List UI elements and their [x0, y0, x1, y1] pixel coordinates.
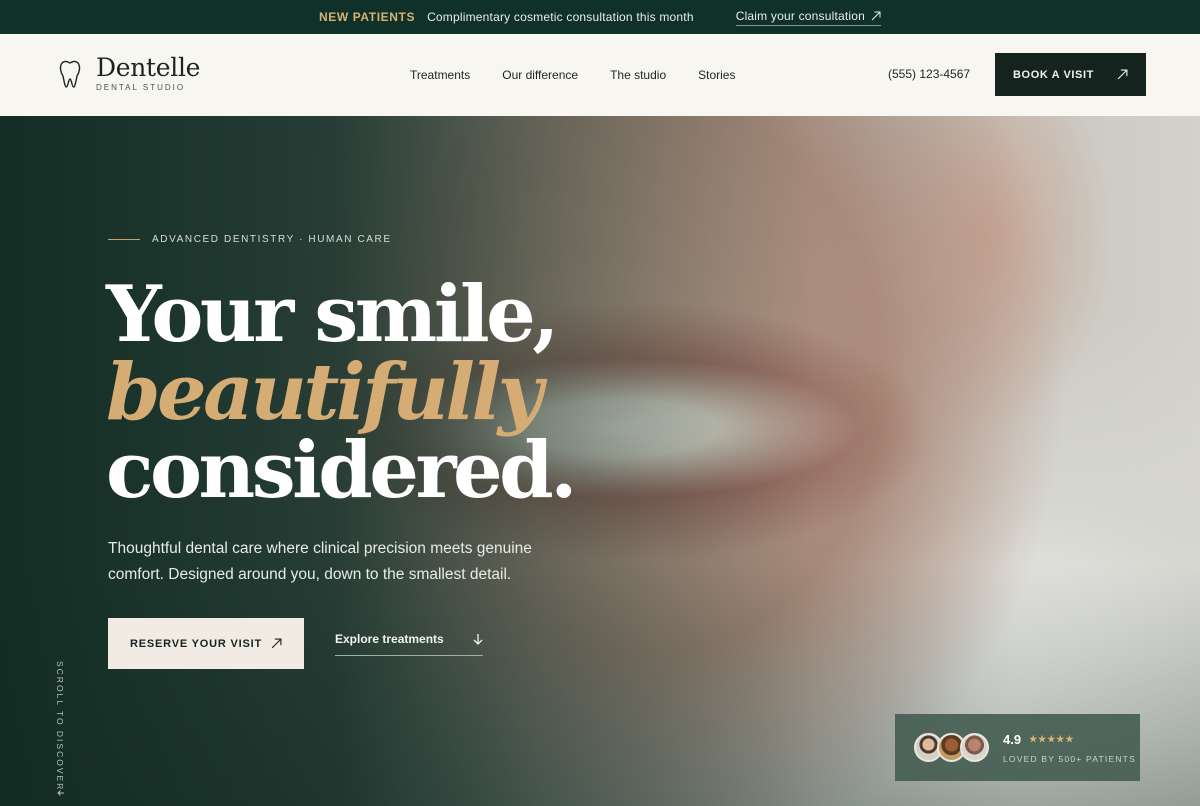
tooth-icon — [59, 60, 81, 88]
phone-number[interactable]: (555) 123-4567 — [888, 67, 970, 81]
hero-headline: Your smile, beautifully considered. — [106, 269, 577, 516]
headline-line-1: Your smile, — [106, 269, 559, 360]
arrow-left-icon — [57, 790, 64, 796]
arrow-down-icon — [473, 634, 483, 645]
main-nav: Treatments Our difference The studio Sto… — [410, 34, 735, 116]
eyebrow-rule — [108, 239, 140, 240]
announcement-message: Complimentary cosmetic consultation this… — [427, 10, 694, 24]
rating-card: 4.9 ★★★★★ LOVED BY 500+ PATIENTS — [895, 714, 1140, 781]
rating-score-row: 4.9 ★★★★★ — [1003, 732, 1136, 747]
headline-line-3: considered. — [106, 425, 577, 516]
announcement-bar: NEW PATIENTS Complimentary cosmetic cons… — [0, 0, 1200, 34]
claim-consultation-link[interactable]: Claim your consultation — [735, 8, 882, 26]
book-visit-label: BOOK A VISIT — [1013, 68, 1094, 81]
reserve-visit-button[interactable]: RESERVE YOUR VISIT — [108, 618, 304, 669]
nav-treatments[interactable]: Treatments — [410, 68, 470, 82]
brand-name: Dentelle — [96, 53, 201, 82]
star-rating-icon: ★★★★★ — [1029, 733, 1075, 744]
brand-logo[interactable]: Dentelle DENTAL STUDIO — [58, 53, 201, 92]
claim-consultation-label: Claim your consultation — [735, 8, 866, 23]
nav-our-difference[interactable]: Our difference — [502, 68, 578, 82]
rating-info: 4.9 ★★★★★ LOVED BY 500+ PATIENTS — [1003, 732, 1136, 764]
scroll-hint: SCROLL TO DISCOVER — [55, 661, 65, 792]
rating-caption: LOVED BY 500+ PATIENTS — [1003, 753, 1136, 764]
explore-treatments-link[interactable]: Explore treatments — [335, 632, 483, 656]
reserve-visit-label: RESERVE YOUR VISIT — [130, 637, 262, 650]
eyebrow-text: ADVANCED DENTISTRY · HUMAN CARE — [152, 234, 392, 245]
rating-score: 4.9 — [1003, 731, 1022, 747]
explore-treatments-label: Explore treatments — [335, 632, 444, 646]
nav-the-studio[interactable]: The studio — [610, 68, 666, 82]
arrow-up-right-icon — [871, 11, 881, 20]
hero-section: ADVANCED DENTISTRY · HUMAN CARE Your smi… — [0, 116, 1200, 806]
site-header: Dentelle DENTAL STUDIO Treatments Our di… — [0, 34, 1200, 116]
scroll-indicator[interactable]: SCROLL TO DISCOVER — [55, 661, 67, 801]
headline-line-2: beautifully — [106, 347, 543, 438]
avatar — [960, 733, 989, 762]
brand-subtitle: DENTAL STUDIO — [96, 83, 186, 92]
hero-eyebrow: ADVANCED DENTISTRY · HUMAN CARE — [108, 234, 392, 245]
arrow-up-right-icon — [271, 638, 282, 649]
book-visit-button[interactable]: BOOK A VISIT — [995, 53, 1146, 96]
patient-avatars — [914, 733, 989, 762]
hero-description: Thoughtful dental care where clinical pr… — [108, 540, 532, 583]
arrow-up-right-icon — [1117, 69, 1128, 80]
nav-stories[interactable]: Stories — [698, 68, 735, 82]
announcement-tag: NEW PATIENTS — [318, 10, 416, 24]
